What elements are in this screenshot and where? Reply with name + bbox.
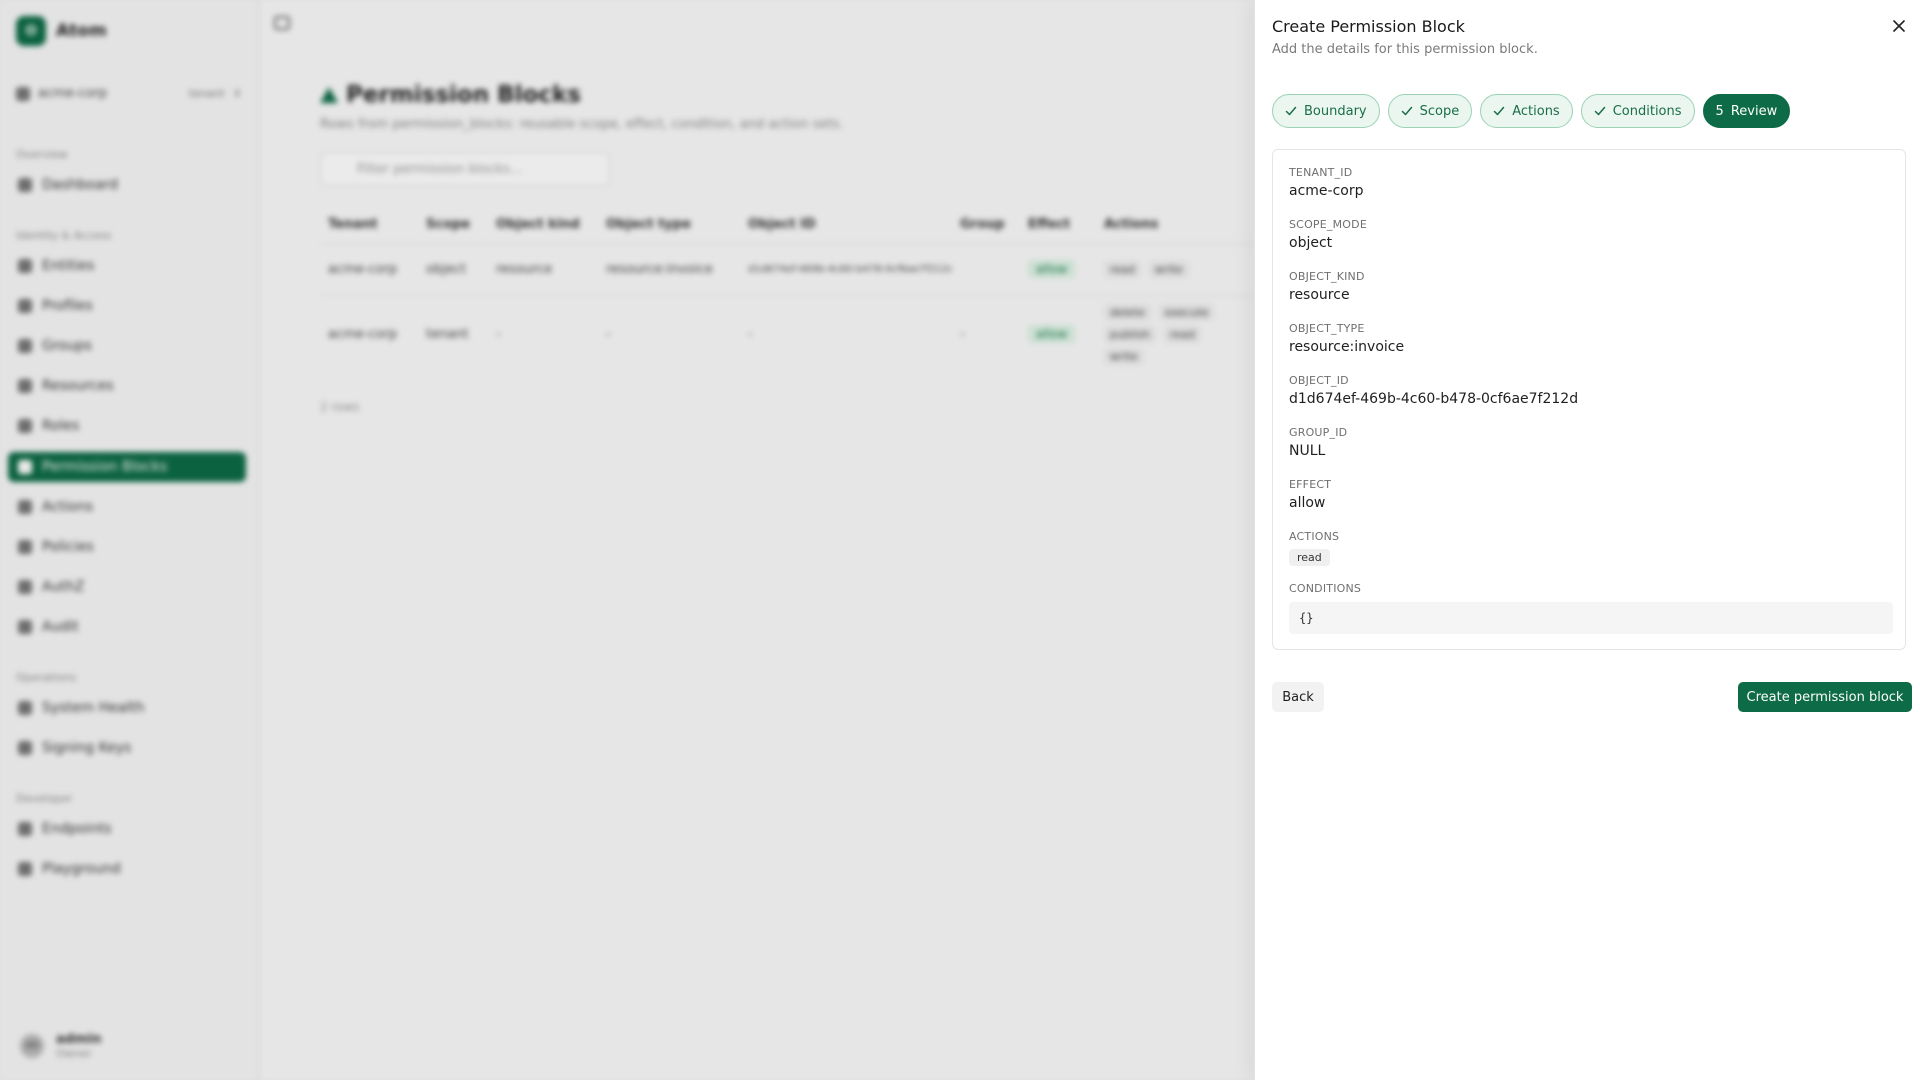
field-value: object	[1289, 235, 1333, 251]
field-value: allow	[1289, 495, 1326, 511]
create-permission-block-button[interactable]: Create permission block	[1738, 682, 1912, 712]
review-field-scope-mode: SCOPE_MODE object	[1289, 218, 1893, 251]
review-field-tenant-id: TENANT_ID acme-corp	[1289, 166, 1893, 199]
step-label: Boundary	[1304, 103, 1367, 119]
create-permission-block-drawer: Create Permission Block Add the details …	[1254, 0, 1920, 1080]
field-label: TENANT_ID	[1289, 166, 1353, 179]
check-icon	[1401, 106, 1412, 116]
review-field-group-id: GROUP_ID NULL	[1289, 426, 1893, 459]
back-button[interactable]: Back	[1272, 682, 1324, 712]
step-scope[interactable]: Scope	[1387, 94, 1473, 128]
step-actions[interactable]: Actions	[1480, 94, 1573, 128]
step-label: Actions	[1512, 103, 1560, 119]
conditions-json: {}	[1289, 602, 1893, 634]
field-value: NULL	[1289, 443, 1326, 459]
step-boundary[interactable]: Boundary	[1272, 94, 1380, 128]
field-label: OBJECT_ID	[1289, 374, 1349, 387]
close-button[interactable]	[1889, 16, 1909, 36]
step-number: 5	[1715, 103, 1724, 119]
field-label: ACTIONS	[1289, 530, 1340, 543]
check-icon	[1493, 106, 1505, 116]
drawer-title: Create Permission Block	[1272, 17, 1465, 36]
review-field-object-type: OBJECT_TYPE resource:invoice	[1289, 322, 1893, 355]
review-summary-card: TENANT_ID acme-corp SCOPE_MODE object OB…	[1272, 149, 1906, 650]
action-chip: read	[1289, 549, 1330, 566]
drawer-description: Add the details for this permission bloc…	[1272, 42, 1538, 57]
field-value: d1d674ef-469b-4c60-b478-0cf6ae7f212d	[1289, 391, 1579, 407]
review-field-actions: ACTIONS read	[1289, 530, 1893, 566]
review-field-object-kind: OBJECT_KIND resource	[1289, 270, 1893, 303]
field-label: OBJECT_TYPE	[1289, 322, 1365, 335]
step-label: Scope	[1419, 103, 1460, 119]
step-review[interactable]: 5 Review	[1702, 94, 1791, 128]
check-icon	[1285, 106, 1297, 116]
step-conditions[interactable]: Conditions	[1580, 94, 1695, 128]
field-value: resource:invoice	[1289, 339, 1405, 355]
check-icon	[1594, 106, 1605, 116]
field-label: OBJECT_KIND	[1289, 270, 1365, 283]
field-value: resource	[1289, 287, 1350, 303]
review-field-conditions: CONDITIONS {}	[1289, 582, 1893, 634]
review-field-object-id: OBJECT_ID d1d674ef-469b-4c60-b478-0cf6ae…	[1289, 374, 1893, 407]
step-label: Review	[1730, 103, 1778, 119]
field-label: CONDITIONS	[1289, 582, 1362, 595]
field-value: acme-corp	[1289, 183, 1364, 199]
field-label: EFFECT	[1289, 478, 1332, 491]
field-label: SCOPE_MODE	[1289, 218, 1367, 231]
field-label: GROUP_ID	[1289, 426, 1348, 439]
stepper: Boundary Scope Actions Conditions 5 Revi…	[1272, 94, 1791, 128]
review-field-effect: EFFECT allow	[1289, 478, 1893, 511]
step-label: Conditions	[1612, 103, 1682, 119]
close-icon	[1893, 20, 1905, 32]
